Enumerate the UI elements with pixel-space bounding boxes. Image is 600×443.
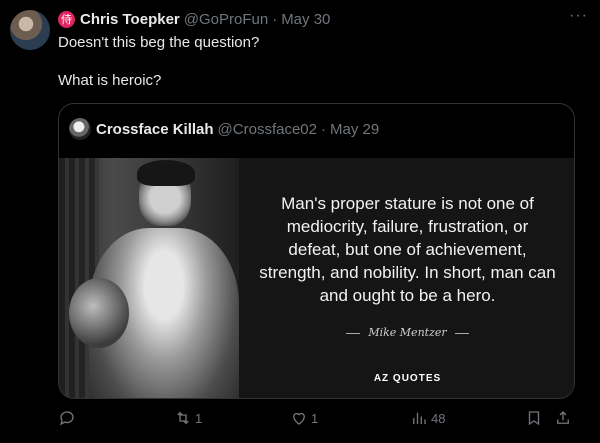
author-handle[interactable]: @GoProFun xyxy=(184,11,268,28)
retweet-icon xyxy=(177,411,189,425)
tweet-date[interactable]: May 30 xyxy=(281,11,330,28)
share-button[interactable] xyxy=(554,409,572,427)
like-count: 1 xyxy=(311,410,319,426)
quoted-header: Crossface Killah @Crossface02 · May 29 xyxy=(69,118,379,140)
author-name[interactable]: Chris Toepker xyxy=(80,11,180,28)
quote-image[interactable]: Man's proper stature is not one of medio… xyxy=(59,158,574,398)
quoted-date: May 29 xyxy=(329,120,380,138)
tweet-header: 侍 Chris Toepker @GoProFun · May 30 xyxy=(58,9,590,29)
share-icon xyxy=(557,411,569,424)
quoted-avatar xyxy=(69,118,91,140)
reply-button[interactable] xyxy=(58,409,76,427)
action-bar: 1 1 48 xyxy=(58,409,590,431)
heart-icon xyxy=(293,412,305,425)
retweet-button[interactable]: 1 xyxy=(174,409,202,427)
quoted-tweet[interactable]: Crossface Killah @Crossface02 · May 29 M… xyxy=(58,103,575,399)
quoted-author-name: Crossface Killah xyxy=(96,120,214,138)
bookmark-icon xyxy=(528,411,540,426)
author-avatar[interactable] xyxy=(10,10,50,50)
badge-icon: 侍 xyxy=(58,10,75,28)
views-icon xyxy=(413,412,426,424)
tweet-text-line-2: What is heroic? xyxy=(58,72,162,89)
separator: · xyxy=(272,10,278,28)
more-options-icon[interactable]: ··· xyxy=(569,7,588,25)
quote-text: Man's proper stature is not one of medio… xyxy=(259,194,556,305)
bodybuilder-photo xyxy=(59,158,239,398)
quote-author: Mike Mentzer xyxy=(239,326,574,339)
reply-icon xyxy=(59,411,74,426)
quote-author-name: Mike Mentzer xyxy=(368,326,447,339)
tweet-text-line-1: Doesn't this beg the question? xyxy=(58,34,260,51)
azquotes-logo: AZ QUOTES xyxy=(373,373,442,384)
quote-card: Man's proper stature is not one of medio… xyxy=(239,158,574,398)
quoted-author-handle: @Crossface02 xyxy=(217,120,317,138)
like-button[interactable]: 1 xyxy=(290,409,318,427)
quoted-separator: · xyxy=(320,120,326,138)
retweet-count: 1 xyxy=(195,410,203,426)
views-button[interactable]: 48 xyxy=(410,409,445,427)
bookmark-button[interactable] xyxy=(525,409,543,427)
views-count: 48 xyxy=(431,410,446,426)
